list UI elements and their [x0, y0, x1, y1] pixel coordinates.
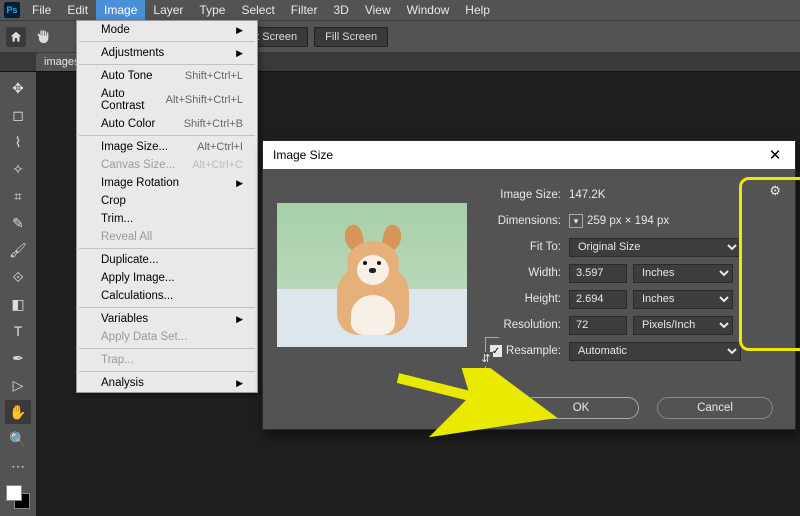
menu-image[interactable]: Image — [96, 0, 145, 20]
resample-label: Resample: — [506, 345, 561, 357]
menu-edit[interactable]: Edit — [59, 0, 96, 20]
wand-tool-icon[interactable]: ✧ — [5, 157, 31, 181]
more-tools-icon[interactable]: ⋯ — [5, 454, 31, 478]
menuitem-image-rotation[interactable]: Image Rotation▶ — [77, 174, 257, 192]
image-menu-dropdown: Mode▶ Adjustments▶ Auto ToneShift+Ctrl+L… — [76, 20, 258, 393]
image-size-value: 147.2K — [569, 189, 605, 201]
cancel-button[interactable]: Cancel — [657, 397, 773, 419]
menuitem-duplicate[interactable]: Duplicate... — [77, 251, 257, 269]
gear-icon[interactable]: ⚙ — [769, 183, 781, 199]
resample-select[interactable]: Automatic — [569, 342, 741, 361]
color-swatch[interactable] — [6, 485, 30, 509]
fill-screen-button[interactable]: Fill Screen — [314, 27, 388, 47]
width-unit-select[interactable]: Inches — [633, 264, 733, 283]
image-size-dialog: Image Size ✕ ⚙ Image Size:147.2K Dimensi… — [262, 140, 796, 430]
home-icon[interactable] — [6, 27, 26, 47]
menuitem-trap[interactable]: Trap... — [77, 351, 257, 369]
menuitem-reveal-all[interactable]: Reveal All — [77, 228, 257, 246]
menuitem-auto-color[interactable]: Auto ColorShift+Ctrl+B — [77, 115, 257, 133]
menuitem-image-size[interactable]: Image Size...Alt+Ctrl+I — [77, 138, 257, 156]
resolution-input[interactable] — [569, 316, 627, 335]
menuitem-auto-contrast[interactable]: Auto ContrastAlt+Shift+Ctrl+L — [77, 85, 257, 115]
move-tool-icon[interactable]: ✥ — [5, 76, 31, 100]
type-tool-icon[interactable]: T — [5, 319, 31, 343]
dimensions-label: Dimensions: — [485, 215, 569, 227]
fit-to-select[interactable]: Original Size — [569, 238, 741, 257]
image-size-label: Image Size: — [485, 189, 569, 201]
height-input[interactable] — [569, 290, 627, 309]
height-unit-select[interactable]: Inches — [633, 290, 733, 309]
app-icon: Ps — [4, 2, 20, 18]
menu-3d[interactable]: 3D — [325, 0, 356, 20]
menuitem-auto-tone[interactable]: Auto ToneShift+Ctrl+L — [77, 67, 257, 85]
zoom-tool-icon[interactable]: 🔍 — [5, 427, 31, 451]
menu-help[interactable]: Help — [457, 0, 498, 20]
hand-tool-icon[interactable] — [32, 25, 54, 49]
ok-button[interactable]: OK — [523, 397, 639, 419]
menu-select[interactable]: Select — [233, 0, 282, 20]
menuitem-analysis[interactable]: Analysis▶ — [77, 374, 257, 392]
dimensions-toggle-icon[interactable]: ▾ — [569, 214, 583, 228]
eyedropper-tool-icon[interactable]: ✎ — [5, 211, 31, 235]
width-label: Width: — [499, 267, 569, 279]
width-input[interactable] — [569, 264, 627, 283]
menu-type[interactable]: Type — [191, 0, 233, 20]
menuitem-calculations[interactable]: Calculations... — [77, 287, 257, 305]
menuitem-adjustments[interactable]: Adjustments▶ — [77, 44, 257, 62]
crop-tool-icon[interactable]: ⌗ — [5, 184, 31, 208]
brush-tool-icon[interactable]: 🖌 — [5, 238, 31, 262]
menuitem-apply-image[interactable]: Apply Image... — [77, 269, 257, 287]
image-preview — [277, 203, 467, 347]
marquee-tool-icon[interactable]: ◻ — [5, 103, 31, 127]
menu-file[interactable]: File — [24, 0, 59, 20]
menubar: Ps File Edit Image Layer Type Select Fil… — [0, 0, 800, 20]
menu-view[interactable]: View — [357, 0, 399, 20]
menu-filter[interactable]: Filter — [283, 0, 326, 20]
menuitem-canvas-size[interactable]: Canvas Size...Alt+Ctrl+C — [77, 156, 257, 174]
stamp-tool-icon[interactable]: ⟐ — [5, 265, 31, 289]
hand-tool-icon[interactable]: ✋ — [5, 400, 31, 424]
menuitem-apply-data-set[interactable]: Apply Data Set... — [77, 328, 257, 346]
constrain-link-icon[interactable]: ⇵ — [485, 337, 499, 381]
menuitem-variables[interactable]: Variables▶ — [77, 310, 257, 328]
menuitem-trim[interactable]: Trim... — [77, 210, 257, 228]
menu-layer[interactable]: Layer — [145, 0, 191, 20]
close-icon[interactable]: ✕ — [761, 146, 789, 164]
dialog-title: Image Size — [273, 148, 333, 162]
path-select-tool-icon[interactable]: ▷ — [5, 373, 31, 397]
dimensions-value: 259 px × 194 px — [587, 215, 669, 227]
menu-window[interactable]: Window — [399, 0, 458, 20]
menuitem-crop[interactable]: Crop — [77, 192, 257, 210]
resolution-unit-select[interactable]: Pixels/Inch — [633, 316, 733, 335]
fit-to-label: Fit To: — [485, 241, 569, 253]
toolbox: ✥ ◻ ⌇ ✧ ⌗ ✎ 🖌 ⟐ ◧ T ✒ ▷ ✋ 🔍 ⋯ — [0, 72, 36, 516]
resolution-label: Resolution: — [485, 319, 569, 331]
height-label: Height: — [499, 293, 569, 305]
dialog-titlebar: Image Size ✕ — [263, 141, 795, 169]
eraser-tool-icon[interactable]: ◧ — [5, 292, 31, 316]
menuitem-mode[interactable]: Mode▶ — [77, 21, 257, 39]
pen-tool-icon[interactable]: ✒ — [5, 346, 31, 370]
lasso-tool-icon[interactable]: ⌇ — [5, 130, 31, 154]
